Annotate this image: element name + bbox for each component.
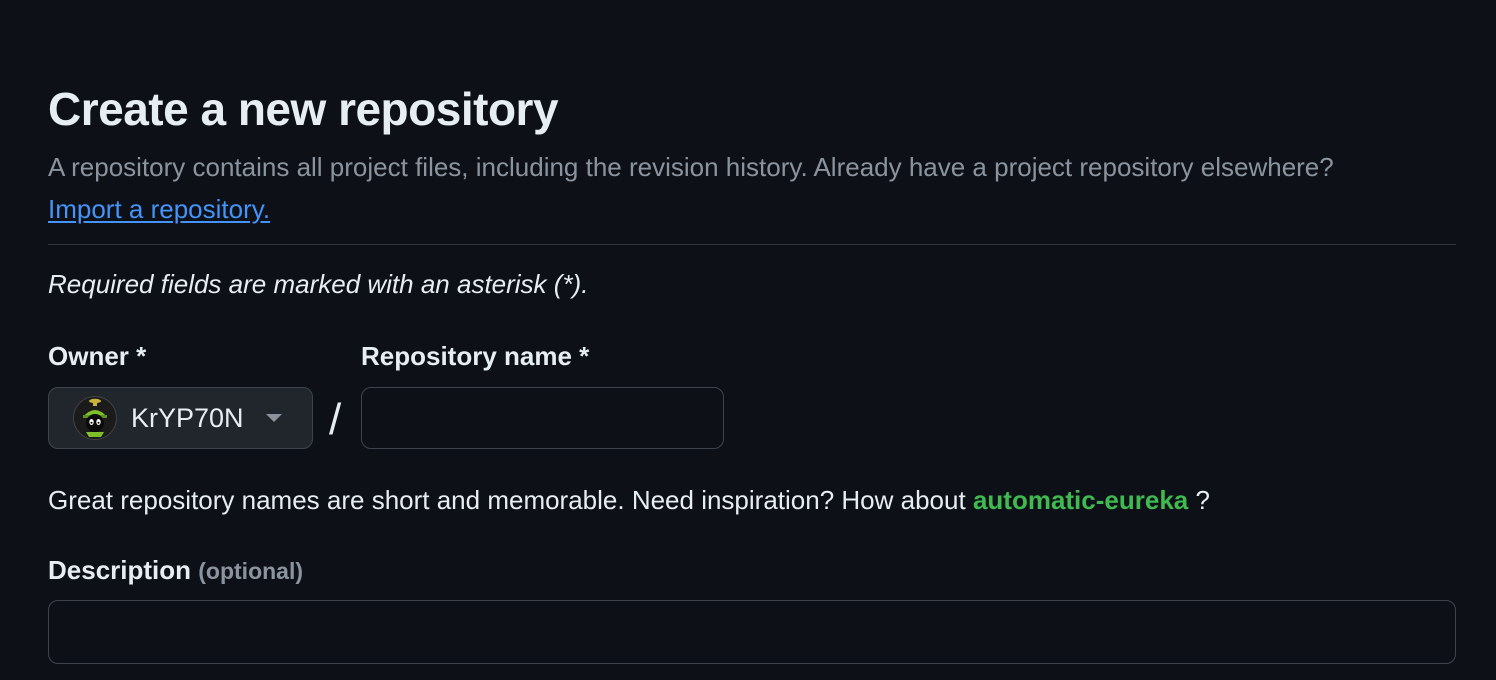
repository-name-input[interactable] bbox=[361, 387, 724, 449]
description-input[interactable] bbox=[48, 600, 1456, 664]
page-subtitle: A repository contains all project files,… bbox=[48, 146, 1368, 230]
owner-repo-row: Owner * Repository name * KrYP70N / bbox=[48, 339, 1456, 451]
description-label-text: Description bbox=[48, 555, 192, 585]
repository-name-label: Repository name * bbox=[361, 341, 590, 371]
suggested-name-link[interactable]: automatic-eureka bbox=[973, 485, 1188, 515]
marvin-martian-avatar-icon bbox=[73, 396, 117, 440]
import-repository-link[interactable]: Import a repository. bbox=[48, 194, 270, 224]
owner-label: Owner * bbox=[48, 341, 147, 371]
triangle-down-icon bbox=[265, 414, 282, 422]
required-fields-note: Required fields are marked with an aster… bbox=[48, 269, 589, 299]
hint-text: Great repository names are short and mem… bbox=[48, 485, 966, 515]
hint-suffix: ? bbox=[1195, 485, 1210, 515]
description-label: Description (optional) bbox=[48, 553, 1456, 588]
owner-dropdown[interactable]: KrYP70N bbox=[48, 387, 313, 449]
subtitle-text: A repository contains all project files,… bbox=[48, 152, 1334, 182]
header-divider bbox=[48, 244, 1456, 245]
page-title: Create a new repository bbox=[48, 83, 559, 135]
repository-name-hint: Great repository names are short and mem… bbox=[48, 483, 1456, 517]
owner-repo-separator: / bbox=[329, 395, 342, 444]
main-content: Create a new repository A repository con… bbox=[48, 82, 1456, 664]
optional-tag: (optional) bbox=[198, 558, 304, 584]
owner-name: KrYP70N bbox=[131, 403, 244, 433]
create-repository-page: Create a new repository A repository con… bbox=[0, 0, 1496, 680]
